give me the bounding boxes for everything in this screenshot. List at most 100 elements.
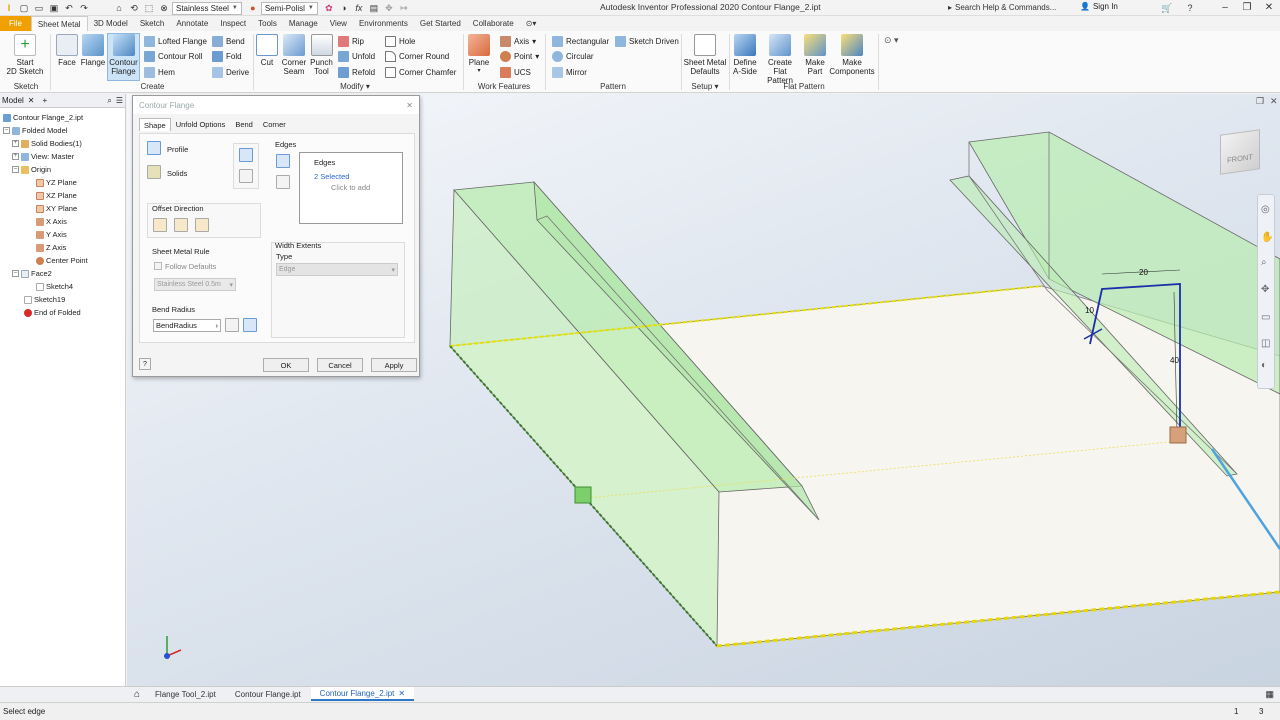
tab-bend[interactable]: Bend xyxy=(230,118,258,131)
sheet-metal-rule-select[interactable]: Stainless Steel 0.5m ▾ xyxy=(154,278,236,291)
tab-corner[interactable]: Corner xyxy=(258,118,291,131)
tree-node-view-master[interactable]: + View: Master xyxy=(12,152,74,161)
collapse-icon[interactable]: – xyxy=(3,127,10,134)
rectangular-pattern-button[interactable]: Rectangular xyxy=(552,34,609,48)
zoom-icon[interactable]: ⌕ xyxy=(1261,257,1267,268)
viewport-close-icon[interactable]: ✕ xyxy=(1270,96,1278,107)
nav-options-icon[interactable]: ◐ xyxy=(1261,360,1267,371)
tab-annotate[interactable]: Annotate xyxy=(170,16,214,31)
close-button[interactable]: ✕ xyxy=(1258,0,1280,15)
tab-file[interactable]: File xyxy=(0,16,31,31)
tree-node-sketch4[interactable]: Sketch4 xyxy=(36,282,73,291)
mirror-button[interactable]: Mirror xyxy=(552,65,587,79)
opposite-side-icon[interactable] xyxy=(239,169,253,183)
view-cube[interactable]: FRONT xyxy=(1220,129,1260,175)
browser-search-icon[interactable]: ⌕ xyxy=(107,96,111,106)
tab-environments[interactable]: Environments xyxy=(353,16,414,31)
flange-grip-handle-right[interactable] xyxy=(1169,426,1187,444)
appearance-select[interactable]: Semi-Polisl ▼ xyxy=(260,1,318,15)
group-modify[interactable]: Modify ▾ xyxy=(300,82,410,91)
dimension-10[interactable]: 10 xyxy=(1085,306,1094,315)
help-icon[interactable]: ? xyxy=(1183,1,1197,15)
tree-node-origin[interactable]: – Origin xyxy=(12,165,51,174)
collapse-icon[interactable]: – xyxy=(12,166,19,173)
bend-radius-option-2-icon[interactable] xyxy=(243,318,257,332)
loop-select-icon[interactable] xyxy=(276,175,290,189)
adjust-icon[interactable]: ◑ xyxy=(337,1,351,15)
close-doc-icon[interactable]: ✕ xyxy=(398,689,405,698)
tab-sketch[interactable]: Sketch xyxy=(134,16,170,31)
material-select[interactable]: Stainless Steel ▼ xyxy=(172,1,242,15)
ok-button[interactable]: OK xyxy=(263,358,309,372)
bend-button[interactable]: Bend xyxy=(212,34,245,48)
hole-button[interactable]: Hole xyxy=(385,34,415,48)
look-at-icon[interactable]: ▭ xyxy=(1261,312,1270,323)
corner-seam-button[interactable]: Corner Seam xyxy=(280,34,308,76)
profile-select-icon[interactable] xyxy=(147,141,161,155)
tree-node-center-point[interactable]: Center Point xyxy=(36,256,88,265)
offset-side-2-icon[interactable] xyxy=(174,218,188,232)
close-tab-icon[interactable]: ✕ xyxy=(28,96,35,105)
flip-side-icon[interactable] xyxy=(239,148,253,162)
tree-node-part[interactable]: Contour Flange_2.ipt xyxy=(3,113,83,122)
plane-button[interactable]: Plane ▾ xyxy=(467,34,491,76)
bend-radius-input[interactable]: BendRadius › xyxy=(153,319,221,332)
flange-grip-handle[interactable] xyxy=(574,486,592,504)
tab-collaborate[interactable]: Collaborate xyxy=(467,16,520,31)
browser-menu-icon[interactable]: ☰ xyxy=(116,96,123,105)
open-file-icon[interactable]: ▭ xyxy=(32,1,46,15)
create-flat-pattern-button[interactable]: Create Flat Pattern xyxy=(760,34,800,85)
undo-icon[interactable]: ↶ xyxy=(62,1,76,15)
select-icon[interactable]: ⬚ xyxy=(142,1,156,15)
tile-windows-icon[interactable]: ▦ xyxy=(1265,689,1274,700)
hem-button[interactable]: Hem xyxy=(144,65,175,79)
tab-model[interactable]: Model xyxy=(2,96,24,105)
solids-select-icon[interactable] xyxy=(147,165,161,179)
tree-node-sketch19[interactable]: Sketch19 xyxy=(24,295,65,304)
tree-node-z-axis[interactable]: Z Axis xyxy=(36,243,66,252)
tab-get-started[interactable]: Get Started xyxy=(414,16,467,31)
follow-defaults-checkbox[interactable] xyxy=(154,262,162,270)
make-part-button[interactable]: Make Part xyxy=(802,34,828,76)
add-tab-icon[interactable]: + xyxy=(43,96,48,105)
redo-icon[interactable]: ↷ xyxy=(77,1,91,15)
clear-appearance-icon[interactable]: ▤ xyxy=(367,1,381,15)
ribbon-settings-icon[interactable]: ⊙ ▾ xyxy=(884,35,899,46)
collapse-icon[interactable]: – xyxy=(12,270,19,277)
pan-icon[interactable]: ✋ xyxy=(1261,232,1273,243)
tab-3d-model[interactable]: 3D Model xyxy=(88,16,134,31)
sign-in-button[interactable]: 👤 Sign In xyxy=(1080,2,1118,11)
orbit-icon[interactable]: ✥ xyxy=(1261,284,1269,295)
axis-button[interactable]: Axis ▾ xyxy=(500,34,536,48)
group-setup[interactable]: Setup ▾ xyxy=(682,82,728,91)
viewport-restore-icon[interactable]: ❐ xyxy=(1256,96,1264,107)
tab-view[interactable]: View xyxy=(324,16,353,31)
corner-chamfer-button[interactable]: Corner Chamfer xyxy=(385,65,456,79)
cancel-button[interactable]: Cancel xyxy=(317,358,363,372)
make-components-button[interactable]: Make Components xyxy=(829,34,875,76)
punch-tool-button[interactable]: Punch Tool xyxy=(309,34,334,76)
contour-roll-button[interactable]: Contour Roll xyxy=(144,49,202,63)
edges-click-to-add[interactable]: Click to add xyxy=(331,183,370,192)
width-extents-type-select[interactable]: Edge ▾ xyxy=(276,263,398,276)
cart-icon[interactable]: 🛒 xyxy=(1160,1,1174,15)
start-2d-sketch-button[interactable]: + Start 2D Sketch xyxy=(5,34,45,76)
rip-button[interactable]: Rip xyxy=(338,34,364,48)
apply-button[interactable]: Apply xyxy=(371,358,417,372)
tab-inspect[interactable]: Inspect xyxy=(214,16,252,31)
point-button[interactable]: Point ▾ xyxy=(500,49,539,63)
offset-symmetric-icon[interactable] xyxy=(195,218,209,232)
search-box[interactable]: ▸ Search Help & Commands... xyxy=(948,1,1073,14)
tree-node-xz-plane[interactable]: XZ Plane xyxy=(36,191,77,200)
tab-sheet-metal[interactable]: Sheet Metal xyxy=(30,16,88,31)
tree-node-yz-plane[interactable]: YZ Plane xyxy=(36,178,77,187)
tree-node-y-axis[interactable]: Y Axis xyxy=(36,230,67,239)
inventor-logo-icon[interactable]: I xyxy=(2,1,16,15)
ucs-button[interactable]: UCS xyxy=(500,65,531,79)
doc-tab-contour-flange-2[interactable]: Contour Flange_2.ipt ✕ xyxy=(310,687,415,701)
search-input[interactable]: Search Help & Commands... xyxy=(955,3,1056,12)
tree-node-xy-plane[interactable]: XY Plane xyxy=(36,204,77,213)
corner-round-button[interactable]: Corner Round xyxy=(385,49,449,63)
ribbon-options-icon[interactable]: ⊙▾ xyxy=(520,16,543,31)
expand-icon[interactable]: + xyxy=(12,153,19,160)
